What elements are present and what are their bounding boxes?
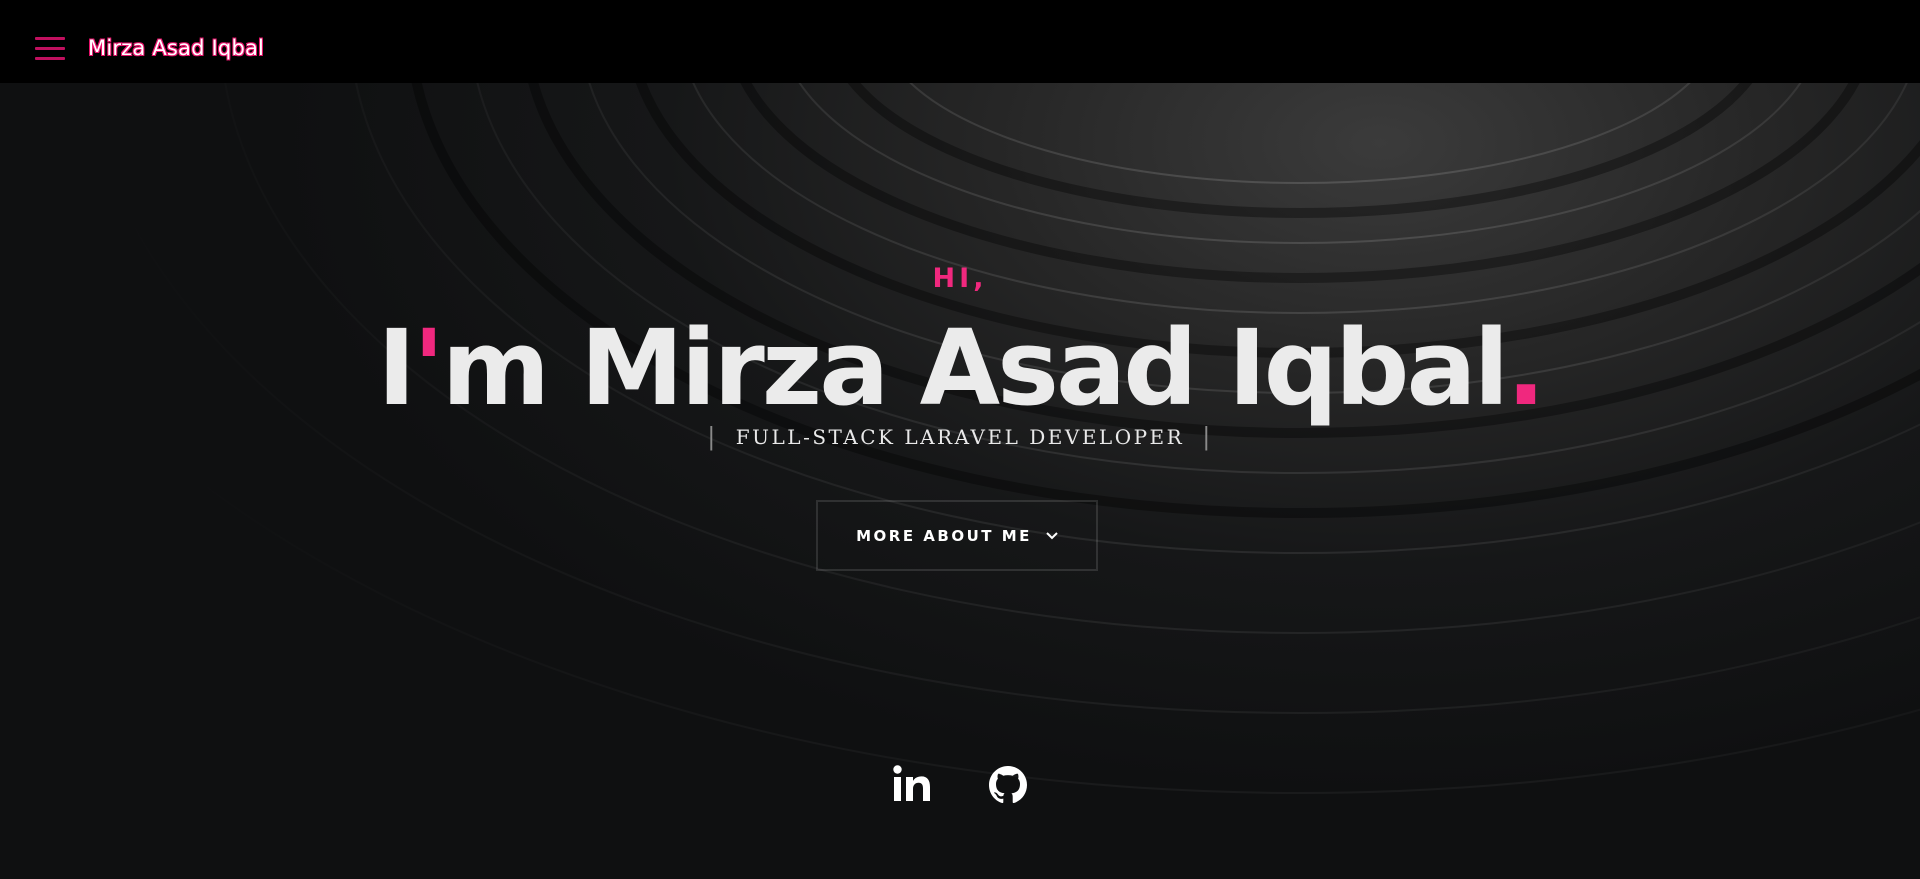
headline-apostrophe: ': [412, 307, 445, 429]
subtitle-text: FULL-STACK LARAVEL DEVELOPER: [735, 425, 1185, 449]
hamburger-menu-icon[interactable]: [35, 37, 65, 65]
hero-subtitle: | FULL-STACK LARAVEL DEVELOPER |: [0, 423, 1920, 451]
hero-headline: I'm Mirza Asad Iqbal.: [0, 293, 1920, 443]
github-icon[interactable]: [986, 763, 1030, 807]
headline-dot: .: [1506, 307, 1545, 429]
chevron-down-icon: [1046, 502, 1058, 569]
brand-logo-text[interactable]: Mirza Asad Iqbal: [88, 36, 264, 60]
more-about-me-label: MORE ABOUT ME: [856, 527, 1032, 545]
greeting-text: HI,: [932, 263, 988, 294]
top-navigation-bar: Mirza Asad Iqbal: [0, 0, 1920, 83]
subtitle-divider-left: |: [707, 423, 718, 451]
background-waves-pattern: [0, 83, 1920, 794]
hero-section: HI, I'm Mirza Asad Iqbal. | FULL-STACK LA…: [0, 83, 1920, 879]
linkedin-icon[interactable]: [890, 763, 934, 807]
more-about-me-button[interactable]: MORE ABOUT ME: [816, 500, 1098, 571]
headline-prefix: I: [377, 307, 416, 429]
headline-name: m Mirza Asad Iqbal: [441, 307, 1510, 429]
subtitle-divider-right: |: [1202, 423, 1213, 451]
